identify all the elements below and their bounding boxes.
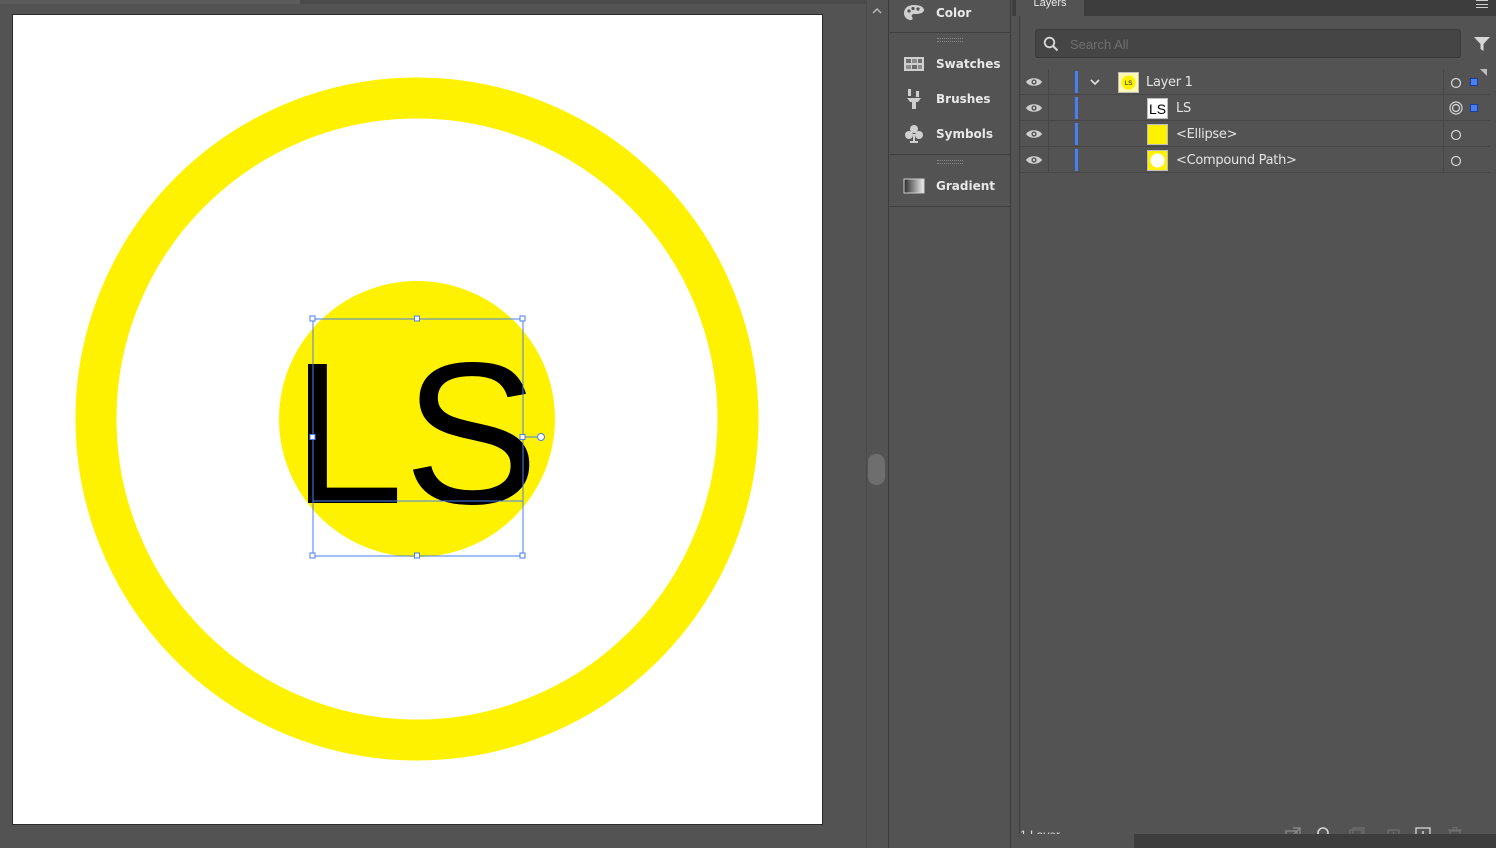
- club-symbol-icon: [902, 124, 926, 144]
- layer-name[interactable]: Layer 1: [1146, 75, 1193, 90]
- artboard[interactable]: LS: [12, 14, 823, 825]
- compound-path-thumbnail: [1147, 150, 1168, 171]
- lock-toggle[interactable]: [1050, 124, 1072, 144]
- dock-group-grip[interactable]: [937, 160, 963, 164]
- dock-item-brushes[interactable]: Brushes: [889, 84, 1011, 114]
- layers-panel-header: Layers: [1012, 0, 1496, 16]
- layer-name[interactable]: <Compound Path>: [1176, 153, 1297, 168]
- dock-item-label: Symbols: [936, 127, 994, 141]
- panel-menu-icon[interactable]: [1476, 0, 1488, 8]
- layer-color-bar: [1075, 123, 1078, 145]
- search-icon: [1043, 36, 1059, 52]
- visibility-eye-icon[interactable]: [1025, 101, 1043, 115]
- ls-text[interactable]: LS: [291, 320, 538, 546]
- visibility-eye-icon[interactable]: [1025, 153, 1043, 167]
- palette-icon: [902, 3, 926, 23]
- document-tab-strip: [0, 0, 866, 4]
- illustrator-workspace: LS Color Swatches Brushes Symbols Gradie…: [0, 0, 1496, 848]
- handle-top-right[interactable]: [519, 315, 526, 322]
- handle-bottom-middle[interactable]: [414, 552, 420, 559]
- vertical-scrollbar[interactable]: [866, 0, 886, 848]
- dock-item-symbols[interactable]: Symbols: [889, 119, 1011, 149]
- selection-indicator[interactable]: [1470, 78, 1478, 86]
- handle-bottom-right[interactable]: [519, 552, 526, 559]
- filter-icon[interactable]: [1472, 34, 1492, 54]
- text-thread-handle[interactable]: [537, 433, 545, 441]
- dock-item-label: Swatches: [936, 57, 1001, 71]
- swatches-grid-icon: [902, 54, 926, 74]
- handle-top-left[interactable]: [309, 315, 316, 322]
- layer-row-ls[interactable]: LS LS: [1020, 95, 1490, 121]
- dock-item-swatches[interactable]: Swatches: [889, 49, 1011, 79]
- layer-color-bar: [1075, 97, 1078, 119]
- artwork[interactable]: LS: [13, 15, 824, 826]
- ellipse-thumbnail: [1147, 124, 1168, 145]
- document-tab[interactable]: [0, 0, 300, 4]
- layer-color-bar: [1075, 71, 1078, 93]
- column-divider: [1048, 69, 1049, 95]
- column-divider: [1048, 95, 1049, 121]
- dock-separator: [889, 32, 1011, 33]
- column-divider: [1443, 69, 1444, 95]
- layer-row-compound-path[interactable]: <Compound Path>: [1020, 147, 1490, 173]
- layer-row-layer-1[interactable]: LS Layer 1: [1020, 69, 1490, 95]
- column-divider: [1048, 121, 1049, 147]
- column-divider: [1443, 121, 1444, 147]
- search-input[interactable]: [1070, 34, 1450, 54]
- visibility-eye-icon[interactable]: [1025, 75, 1043, 89]
- handle-middle-right[interactable]: [519, 434, 526, 440]
- document-canvas[interactable]: LS: [0, 0, 866, 848]
- chevron-down-icon[interactable]: [1088, 75, 1102, 89]
- brush-icon: [902, 89, 926, 109]
- panel-dock: Color Swatches Brushes Symbols Gradient: [888, 0, 1011, 848]
- tab-layers[interactable]: Layers: [1016, 0, 1084, 16]
- target-circle-icon[interactable]: [1450, 128, 1462, 141]
- thumbnail-text: LS: [1125, 81, 1132, 87]
- layers-search-box[interactable]: [1035, 29, 1461, 58]
- dock-separator: [889, 154, 1011, 155]
- lock-toggle[interactable]: [1050, 150, 1072, 170]
- dock-item-gradient[interactable]: Gradient: [889, 171, 1011, 201]
- thumbnail-text: LS: [1149, 101, 1166, 117]
- collapsed-panel-tab[interactable]: [1012, 834, 1134, 848]
- visibility-eye-icon[interactable]: [1025, 127, 1043, 141]
- collapsed-panel-strip: [1012, 834, 1496, 848]
- scrollbar-thumb[interactable]: [868, 454, 885, 485]
- handle-bottom-left[interactable]: [309, 552, 316, 559]
- dock-item-label: Color: [936, 6, 972, 20]
- layer-thumbnail: LS: [1118, 72, 1139, 93]
- column-divider: [1048, 147, 1049, 173]
- target-circle-icon[interactable]: [1450, 154, 1462, 167]
- selection-indicator[interactable]: [1470, 104, 1478, 112]
- dock-item-label: Gradient: [936, 179, 995, 193]
- dock-item-color[interactable]: Color: [889, 0, 1011, 28]
- selected-art-corner: [1480, 69, 1487, 76]
- target-double-circle-icon[interactable]: [1449, 101, 1463, 115]
- dock-item-label: Brushes: [936, 92, 991, 106]
- layers-panel: Layers Search All LS Layer 1 LS LS <Elli…: [1012, 0, 1496, 848]
- layers-list: LS Layer 1 LS LS <Ellipse> <Compound Pat…: [1020, 69, 1496, 173]
- gradient-icon: [902, 176, 926, 196]
- target-circle-icon[interactable]: [1450, 76, 1462, 89]
- column-divider: [1443, 95, 1444, 121]
- text-thumbnail: LS: [1147, 98, 1168, 119]
- handle-top-middle[interactable]: [414, 315, 420, 322]
- handle-middle-left[interactable]: [309, 434, 316, 440]
- layer-name[interactable]: LS: [1176, 101, 1191, 116]
- scroll-up-arrow-icon[interactable]: [871, 6, 883, 16]
- layer-color-bar: [1075, 149, 1078, 171]
- dock-group-grip[interactable]: [937, 38, 963, 42]
- column-divider: [1443, 147, 1444, 173]
- lock-toggle[interactable]: [1050, 98, 1072, 118]
- lock-toggle[interactable]: [1050, 72, 1072, 92]
- layer-name[interactable]: <Ellipse>: [1176, 127, 1237, 142]
- dock-separator: [889, 206, 1011, 207]
- layers-panel-body: LS Layer 1: [1019, 16, 1496, 848]
- layer-row-ellipse[interactable]: <Ellipse>: [1020, 121, 1490, 147]
